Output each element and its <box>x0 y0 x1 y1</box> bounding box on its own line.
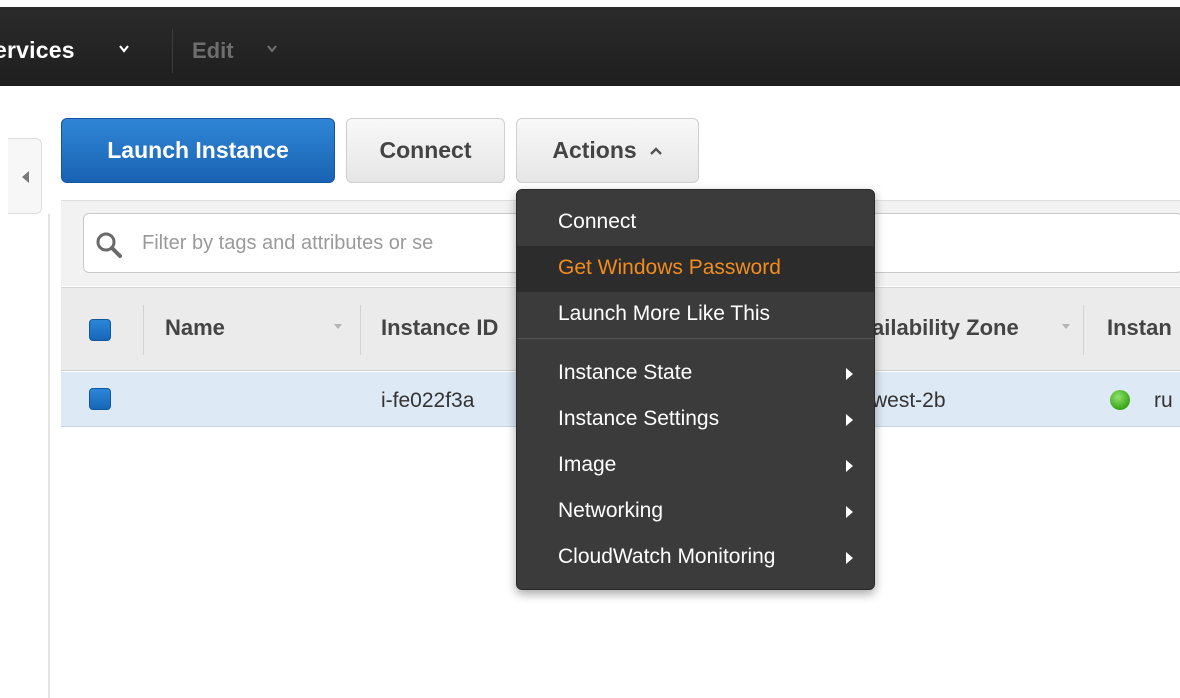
sidebar-border <box>48 214 50 698</box>
cell-instance-state: ru <box>1154 389 1173 412</box>
actions-button[interactable]: Actions <box>516 118 699 183</box>
select-all-checkbox[interactable] <box>89 319 111 341</box>
chevron-down-icon[interactable] <box>266 43 278 55</box>
status-running-icon <box>1110 390 1130 410</box>
menu-item-get-windows-password[interactable]: Get Windows Password <box>517 246 874 292</box>
column-header-instance-id[interactable]: Instance ID <box>381 315 498 341</box>
actions-dropdown-menu: Connect Get Windows Password Launch More… <box>516 189 875 590</box>
menu-item-label: Image <box>558 453 617 476</box>
filter-placeholder: Filter by tags and attributes or se <box>142 232 434 254</box>
menu-item-image[interactable]: Image <box>517 443 874 489</box>
sort-caret-icon[interactable] <box>1061 323 1071 331</box>
collapse-left-icon <box>22 171 29 183</box>
connect-button[interactable]: Connect <box>346 118 505 183</box>
menu-item-label: Launch More Like This <box>558 302 771 325</box>
menu-item-label: CloudWatch Monitoring <box>558 545 776 568</box>
menu-item-networking[interactable]: Networking <box>517 489 874 535</box>
chevron-up-icon <box>649 146 662 155</box>
menu-item-label: Instance State <box>558 361 693 384</box>
column-divider <box>360 305 361 355</box>
column-header-name[interactable]: Name <box>165 315 225 341</box>
connect-label: Connect <box>379 137 472 163</box>
submenu-arrow-icon <box>846 552 853 564</box>
search-icon <box>96 232 122 258</box>
chevron-down-icon[interactable] <box>118 43 130 55</box>
menu-item-label: Networking <box>558 499 664 522</box>
nav-divider <box>172 29 173 73</box>
submenu-arrow-icon <box>846 368 853 380</box>
launch-instance-button[interactable]: Launch Instance <box>61 118 335 183</box>
cell-instance-id: i-fe022f3a <box>381 389 475 412</box>
edit-menu[interactable]: Edit <box>192 38 234 64</box>
column-divider <box>1083 305 1084 355</box>
column-header-availability-zone[interactable]: ailability Zone <box>872 315 1019 341</box>
menu-item-label: Instance Settings <box>558 407 720 430</box>
column-divider <box>143 305 144 355</box>
column-header-instance-state[interactable]: Instan <box>1107 315 1172 341</box>
submenu-arrow-icon <box>846 506 853 518</box>
submenu-arrow-icon <box>846 414 853 426</box>
sidebar-collapse-tab[interactable] <box>8 138 42 214</box>
actions-label: Actions <box>552 137 637 163</box>
menu-item-cloudwatch-monitoring[interactable]: CloudWatch Monitoring <box>517 535 874 581</box>
menu-divider <box>517 338 874 339</box>
row-checkbox[interactable] <box>89 388 111 410</box>
services-menu[interactable]: ervices <box>0 37 75 64</box>
submenu-arrow-icon <box>846 460 853 472</box>
menu-item-instance-settings[interactable]: Instance Settings <box>517 397 874 443</box>
menu-item-launch-more-like-this[interactable]: Launch More Like This <box>517 292 874 338</box>
menu-item-label: Connect <box>558 210 637 233</box>
top-nav-bar: ervices Edit <box>0 7 1180 86</box>
sort-caret-icon[interactable] <box>333 323 343 331</box>
cell-availability-zone: west-2b <box>872 389 946 412</box>
menu-item-label: Get Windows Password <box>558 256 781 279</box>
menu-item-connect[interactable]: Connect <box>517 200 874 246</box>
menu-item-instance-state[interactable]: Instance State <box>517 351 874 397</box>
launch-instance-label: Launch Instance <box>107 137 289 163</box>
